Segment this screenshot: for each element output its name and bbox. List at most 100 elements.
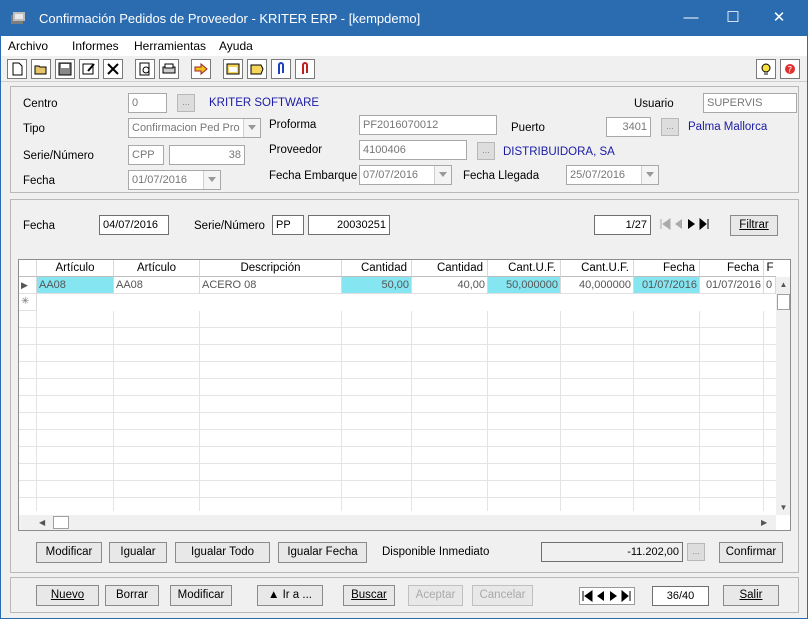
lightbulb-icon[interactable] <box>756 59 776 79</box>
calendar-dropdown-icon[interactable] <box>203 171 220 189</box>
help-icon[interactable]: ? <box>780 59 800 79</box>
calendar-dropdown-icon[interactable] <box>434 166 451 184</box>
scroll-left-icon[interactable]: ◀ <box>39 515 51 530</box>
centro-field[interactable]: 0 <box>128 93 167 113</box>
igualar-button[interactable]: Igualar <box>109 542 167 563</box>
scroll-down-icon[interactable]: ▼ <box>776 500 790 515</box>
filter-numero-field[interactable]: 20030251 <box>308 215 390 235</box>
confirmar-button[interactable]: Confirmar <box>719 542 783 563</box>
next-record-icon[interactable] <box>608 590 619 602</box>
prev-record-icon[interactable] <box>595 590 606 602</box>
filter-serie-field[interactable]: PP <box>272 215 304 235</box>
filter-fecha-field[interactable]: 04/07/2016 <box>99 215 169 235</box>
next-record-icon[interactable] <box>686 218 697 230</box>
edit-icon[interactable] <box>79 59 99 79</box>
col-cantidad-1[interactable]: Cantidad <box>342 260 412 277</box>
puerto-field[interactable]: 3401 <box>606 117 651 137</box>
lines-grid: Artículo Artículo Descripción Cantidad C… <box>18 259 791 531</box>
col-cantuf-2[interactable]: Cant.U.F. <box>561 260 634 277</box>
attach-blue-icon[interactable] <box>271 59 291 79</box>
prev-record-icon[interactable] <box>673 218 684 230</box>
salir-button[interactable]: Salir <box>723 585 779 606</box>
menu-archivo[interactable]: Archivo <box>8 39 48 53</box>
col-cantidad-2[interactable]: Cantidad <box>412 260 488 277</box>
filtrar-button[interactable]: Filtrar <box>730 215 778 236</box>
close-icon[interactable]: ✕ <box>759 7 799 29</box>
minimize-icon[interactable]: — <box>671 7 711 29</box>
col-cantuf-1[interactable]: Cant.U.F. <box>488 260 561 277</box>
centro-lookup-button[interactable]: ... <box>177 94 195 112</box>
scroll-thumb[interactable] <box>777 294 790 310</box>
col-articulo-2[interactable]: Artículo <box>114 260 200 277</box>
col-descripcion[interactable]: Descripción <box>200 260 342 277</box>
col-fecha-1[interactable]: Fecha <box>634 260 700 277</box>
scroll-up-icon[interactable]: ▲ <box>776 277 790 292</box>
cell-articulo-1[interactable]: AA08 <box>37 277 114 294</box>
nuevo-button[interactable]: Nuevo <box>36 585 99 606</box>
save-icon[interactable] <box>55 59 75 79</box>
vertical-scrollbar[interactable]: ▲ ▼ <box>776 277 790 515</box>
calendar-icon[interactable] <box>223 59 243 79</box>
proveedor-field[interactable]: 4100406 <box>359 140 467 160</box>
menu-informes[interactable]: Informes <box>72 39 119 53</box>
cancelar-button[interactable]: Cancelar <box>472 585 533 606</box>
open-folder-icon[interactable] <box>31 59 51 79</box>
scroll-right-icon[interactable]: ▶ <box>761 515 773 530</box>
embarque-field[interactable]: 07/07/2016 <box>359 165 452 185</box>
new-doc-icon[interactable] <box>7 59 27 79</box>
window-title: Confirmación Pedidos de Proveedor - KRIT… <box>39 11 421 26</box>
modificar-line-button[interactable]: Modificar <box>36 542 102 563</box>
llegada-field[interactable]: 25/07/2016 <box>566 165 659 185</box>
numero-field[interactable]: 38 <box>169 145 245 165</box>
cell-articulo-2[interactable]: AA08 <box>114 277 200 294</box>
usuario-field[interactable]: SUPERVIS <box>703 93 797 113</box>
proveedor-label: Proveedor <box>269 144 323 156</box>
buscar-button[interactable]: Buscar <box>343 585 395 606</box>
modificar-button[interactable]: Modificar <box>170 585 232 606</box>
fecha-field[interactable]: 01/07/2016 <box>128 170 221 190</box>
maximize-icon[interactable]: ☐ <box>713 7 753 29</box>
col-fecha-2[interactable]: Fecha <box>700 260 764 277</box>
chevron-down-icon[interactable] <box>243 119 260 137</box>
filter-serie-label: Serie/Número <box>194 220 265 232</box>
cell-descripcion[interactable]: ACERO 08 <box>200 277 342 294</box>
col-f[interactable]: F <box>764 260 776 277</box>
col-articulo-1[interactable]: Artículo <box>37 260 114 277</box>
proveedor-lookup-button[interactable]: ... <box>477 142 495 160</box>
attach-red-icon[interactable] <box>295 59 315 79</box>
aceptar-button[interactable]: Aceptar <box>408 585 463 606</box>
tipo-select[interactable]: Confirmacion Ped Pro <box>128 118 261 138</box>
cell-f[interactable]: 0 <box>764 277 776 294</box>
first-record-icon[interactable] <box>660 218 671 230</box>
h-scroll-thumb[interactable] <box>53 516 69 529</box>
serie-field[interactable]: CPP <box>128 145 164 165</box>
borrar-button[interactable]: Borrar <box>105 585 159 606</box>
note-icon[interactable] <box>247 59 267 79</box>
last-record-icon[interactable] <box>699 217 710 231</box>
menu-ayuda[interactable]: Ayuda <box>219 39 253 53</box>
nuevo-button-label: Nuevo <box>50 589 85 601</box>
cell-fecha-2[interactable]: 01/07/2016 <box>700 277 764 294</box>
puerto-lookup-button[interactable]: ... <box>661 118 679 136</box>
disponible-lookup-button[interactable]: ... <box>687 543 705 561</box>
proforma-field[interactable]: PF2016070012 <box>359 115 497 135</box>
cell-cantuf-1[interactable]: 50,000000 <box>488 277 561 294</box>
horizontal-scrollbar[interactable]: ◀ ▶ <box>19 515 776 530</box>
arrow-right-icon[interactable] <box>191 59 211 79</box>
calendar-dropdown-icon[interactable] <box>641 166 658 184</box>
cell-cantuf-2[interactable]: 40,000000 <box>561 277 634 294</box>
tipo-label: Tipo <box>23 123 45 135</box>
igualar-todo-button[interactable]: Igualar Todo <box>175 542 270 563</box>
cell-cantidad-1[interactable]: 50,00 <box>342 277 412 294</box>
cell-cantidad-2[interactable]: 40,00 <box>412 277 488 294</box>
last-record-icon[interactable] <box>621 589 632 603</box>
first-record-icon[interactable] <box>582 590 593 602</box>
cell-fecha-1[interactable]: 01/07/2016 <box>634 277 700 294</box>
ir-a-button[interactable]: ▲ Ir a ... <box>257 585 323 606</box>
print-preview-icon[interactable] <box>135 59 155 79</box>
centro-name: KRITER SOFTWARE <box>209 97 320 109</box>
print-icon[interactable] <box>159 59 179 79</box>
igualar-fecha-button[interactable]: Igualar Fecha <box>278 542 367 563</box>
delete-icon[interactable] <box>103 59 123 79</box>
menu-herramientas[interactable]: Herramientas <box>134 39 206 53</box>
